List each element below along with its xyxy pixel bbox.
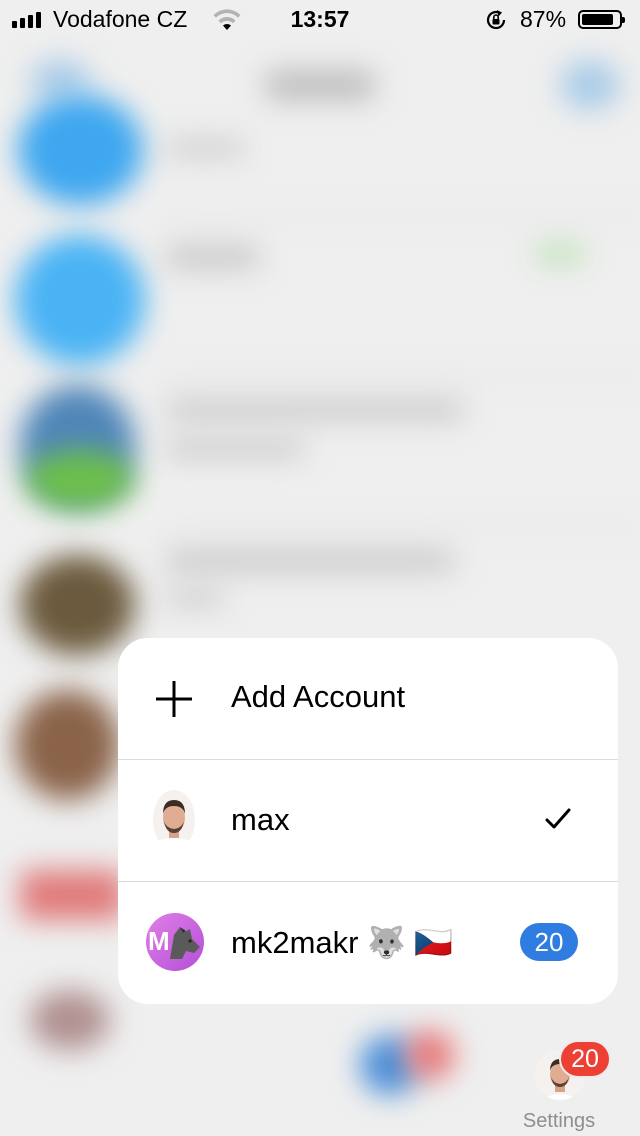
wolf-icon [170,927,200,959]
settings-unread-badge: 20 [559,1040,611,1078]
avatar [153,790,195,850]
battery-percent: 87% [520,6,567,32]
add-account-item[interactable]: Add Account [118,638,618,759]
battery-fill [582,14,613,25]
battery-icon [578,10,625,29]
avatar: M [146,913,204,971]
plus-icon [155,680,193,723]
account-item-max[interactable]: max [118,760,618,881]
unread-count-badge: 20 [520,923,578,961]
checkmark-icon [545,808,571,835]
status-bar: Vodafone CZ 13:57 87% [0,0,640,40]
rotation-lock-icon [484,8,508,37]
add-account-label: Add Account [231,679,406,714]
account-item-mk2makr[interactable]: M mk2makr 🐺 🇨🇿 20 [118,882,618,1003]
account-switcher-menu: Add Account max M mk2makr 🐺 🇨🇿 20 [118,638,618,1004]
account-name: mk2makr 🐺 🇨🇿 [231,925,453,960]
account-name: max [231,802,290,837]
tab-settings-label[interactable]: Settings [510,1110,608,1133]
